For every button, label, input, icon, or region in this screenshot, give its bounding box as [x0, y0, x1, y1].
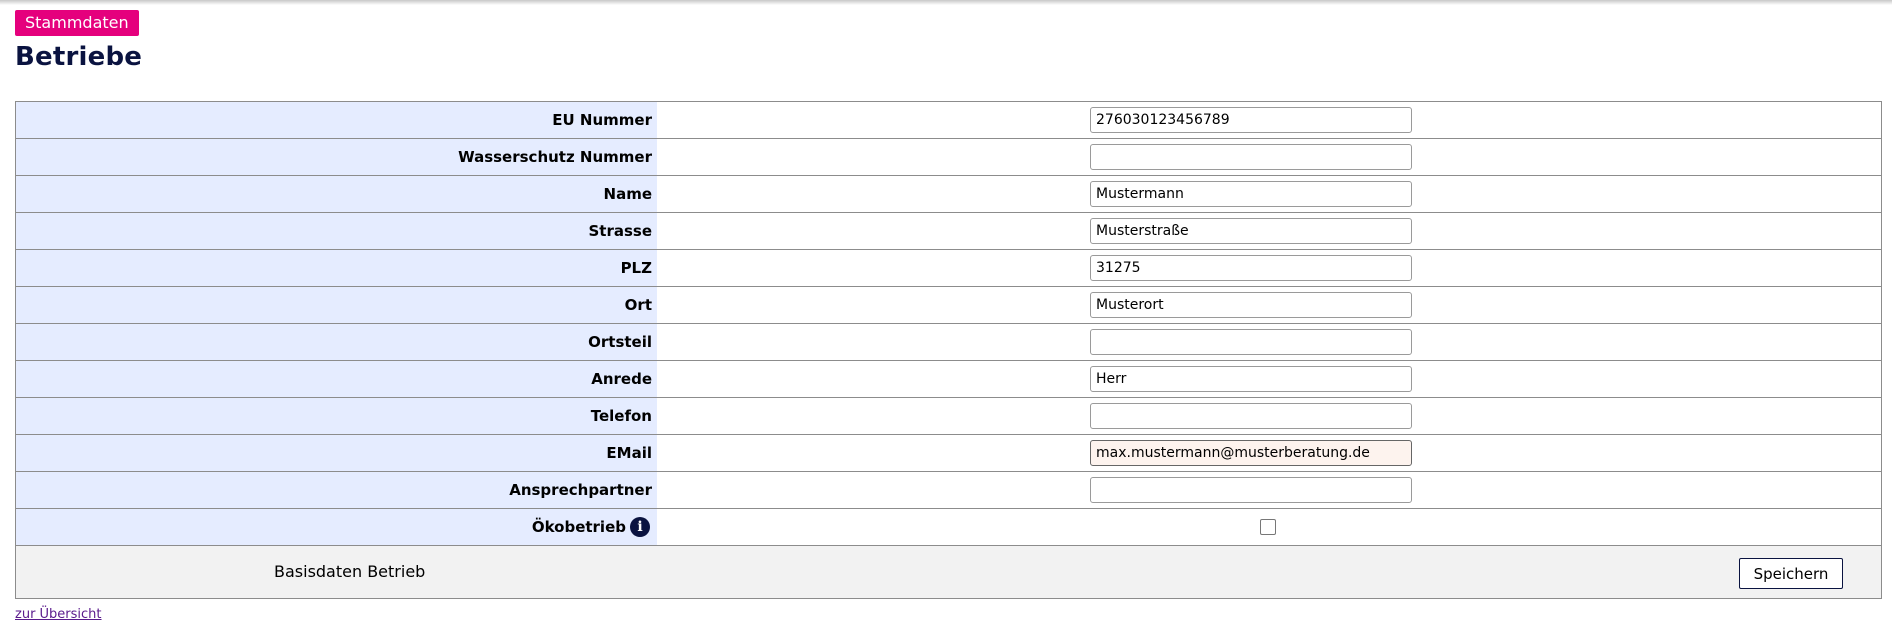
field-label: Name: [16, 176, 657, 212]
form-row-plz: PLZ: [16, 250, 1881, 287]
telefon-input[interactable]: [1090, 403, 1412, 429]
form-row-oekobetrieb: Ökobetrieb i: [16, 509, 1881, 546]
eu-nummer-input[interactable]: [1090, 107, 1412, 133]
field-label: Anrede: [16, 361, 657, 397]
ort-input[interactable]: [1090, 292, 1412, 318]
info-icon[interactable]: i: [630, 517, 650, 537]
form-footer: Basisdaten Betrieb Speichern: [16, 546, 1881, 598]
email-input[interactable]: [1090, 440, 1412, 466]
field-label-oekobetrieb: Ökobetrieb i: [16, 509, 657, 545]
name-input[interactable]: [1090, 181, 1412, 207]
field-label: Strasse: [16, 213, 657, 249]
field-label: Ort: [16, 287, 657, 323]
field-label: EU Nummer: [16, 102, 657, 138]
field-label: Telefon: [16, 398, 657, 434]
form-row-ansprechpartner: Ansprechpartner: [16, 472, 1881, 509]
wasserschutz-nummer-input[interactable]: [1090, 144, 1412, 170]
anrede-input[interactable]: [1090, 366, 1412, 392]
plz-input[interactable]: [1090, 255, 1412, 281]
form-row-ortsteil: Ortsteil: [16, 324, 1881, 361]
section-badge: Stammdaten: [15, 10, 139, 36]
oekobetrieb-label: Ökobetrieb: [531, 518, 626, 536]
page-title: Betriebe: [15, 42, 143, 72]
ortsteil-input[interactable]: [1090, 329, 1412, 355]
form-row-eu-nummer: EU Nummer: [16, 102, 1881, 139]
company-form: EU Nummer Wasserschutz Nummer Name Stras…: [15, 101, 1882, 599]
form-row-anrede: Anrede: [16, 361, 1881, 398]
overview-link[interactable]: zur Übersicht: [15, 607, 102, 622]
strasse-input[interactable]: [1090, 218, 1412, 244]
form-row-telefon: Telefon: [16, 398, 1881, 435]
form-row-strasse: Strasse: [16, 213, 1881, 250]
top-shadow: [0, 0, 1892, 5]
oekobetrieb-checkbox[interactable]: [1260, 519, 1276, 535]
footer-label: Basisdaten Betrieb: [274, 562, 426, 581]
save-button[interactable]: Speichern: [1739, 558, 1843, 589]
field-label: Ansprechpartner: [16, 472, 657, 508]
ansprechpartner-input[interactable]: [1090, 477, 1412, 503]
form-row-ort: Ort: [16, 287, 1881, 324]
field-label: PLZ: [16, 250, 657, 286]
form-row-email: EMail: [16, 435, 1881, 472]
field-label: Wasserschutz Nummer: [16, 139, 657, 175]
field-label: Ortsteil: [16, 324, 657, 360]
form-row-name: Name: [16, 176, 1881, 213]
field-label: EMail: [16, 435, 657, 471]
form-row-wasserschutz-nummer: Wasserschutz Nummer: [16, 139, 1881, 176]
